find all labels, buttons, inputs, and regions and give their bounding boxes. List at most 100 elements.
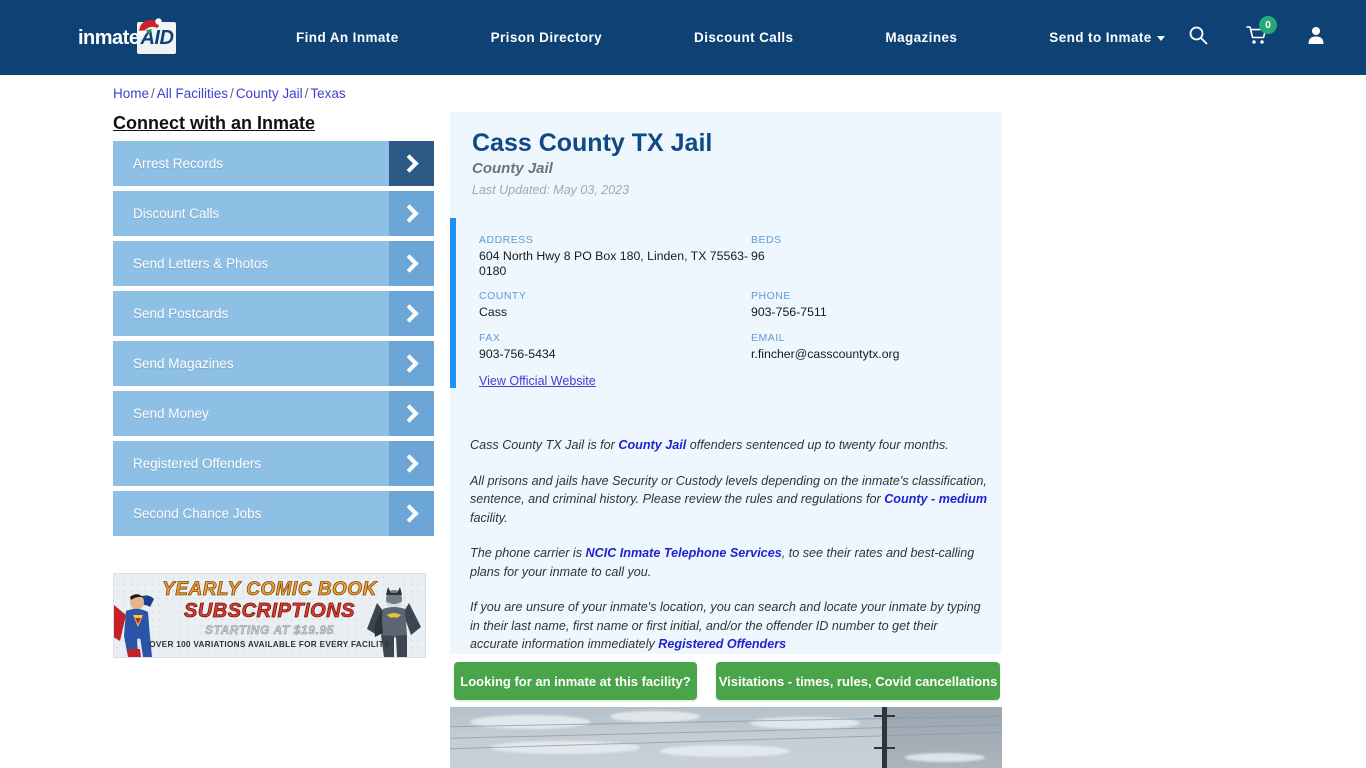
sidebar-item-label: Second Chance Jobs — [133, 506, 262, 521]
comic-book-subscription-ad[interactable]: YEARLY COMIC BOOK SUBSCRIPTIONS STARTING… — [113, 573, 426, 658]
desc-p3-link[interactable]: NCIC Inmate Telephone Services — [586, 546, 782, 560]
cart-count-badge: 0 — [1259, 16, 1277, 34]
description-paragraph-2: All prisons and jails have Security or C… — [470, 472, 988, 528]
looking-for-inmate-button[interactable]: Looking for an inmate at this facility? — [454, 662, 697, 700]
sidebar-item-registered-offenders[interactable]: Registered Offenders — [113, 441, 434, 486]
detail-email: EMAIL r.fincher@casscountytx.org — [751, 332, 984, 362]
sidebar-item-send-letters-photos[interactable]: Send Letters & Photos — [113, 241, 434, 286]
desc-p1-text-a: Cass County TX Jail is for — [470, 438, 619, 452]
chevron-right-icon — [389, 341, 434, 386]
detail-label: BEDS — [751, 234, 782, 246]
user-icon[interactable] — [1306, 25, 1326, 50]
facility-description: Cass County TX Jail is for County Jail o… — [470, 436, 988, 671]
ad-subtext-line: OVER 100 VARIATIONS AVAILABLE FOR EVERY … — [149, 640, 390, 649]
nav-link-find-an-inmate[interactable]: Find An Inmate — [250, 30, 445, 45]
breadcrumb-item-all-facilities[interactable]: All Facilities — [157, 86, 228, 101]
sidebar-title[interactable]: Connect with an Inmate — [113, 113, 315, 134]
nav-link-send-to-inmate[interactable]: Send to Inmate — [1003, 30, 1210, 45]
detail-address: ADDRESS 604 North Hwy 8 PO Box 180, Lind… — [479, 234, 751, 278]
sidebar-menu: Arrest Records Discount Calls Send Lette… — [113, 141, 434, 541]
sidebar-item-discount-calls[interactable]: Discount Calls — [113, 191, 434, 236]
santa-hat-icon — [138, 18, 162, 35]
sidebar-item-send-money[interactable]: Send Money — [113, 391, 434, 436]
detail-label: PHONE — [751, 290, 791, 302]
card-accent-bar — [450, 218, 456, 388]
sidebar-item-label: Send Money — [133, 406, 209, 421]
nav-link-magazines[interactable]: Magazines — [839, 30, 1003, 45]
chevron-right-icon — [389, 191, 434, 236]
last-updated-text: Last Updated: May 03, 2023 — [472, 183, 630, 197]
facility-type: County Jail — [472, 160, 553, 177]
view-official-website-link[interactable]: View Official Website — [479, 374, 596, 388]
search-icon[interactable] — [1188, 25, 1208, 50]
ad-price-line: STARTING AT $19.95 — [204, 623, 335, 638]
description-paragraph-1: Cass County TX Jail is for County Jail o… — [470, 436, 988, 455]
cloud-shape — [660, 745, 790, 757]
detail-label: COUNTY — [479, 290, 527, 302]
sidebar-item-label: Registered Offenders — [133, 456, 262, 471]
breadcrumb-item-texas[interactable]: Texas — [310, 86, 345, 101]
detail-value: Cass — [479, 305, 508, 319]
top-navigation-bar: inmateAID Find An Inmate Prison Director… — [0, 0, 1366, 75]
facility-details-grid: ADDRESS 604 North Hwy 8 PO Box 180, Lind… — [479, 234, 984, 361]
ad-headline-line1: YEARLY COMIC BOOK — [162, 579, 377, 601]
desc-p1-link[interactable]: County Jail — [618, 438, 686, 452]
detail-value: 903-756-7511 — [751, 305, 827, 319]
desc-p2-link[interactable]: County - medium — [884, 492, 987, 506]
sidebar-item-label: Send Letters & Photos — [133, 256, 269, 271]
detail-label: ADDRESS — [479, 234, 534, 246]
breadcrumb-separator-1: / — [151, 86, 155, 101]
desc-p1-text-b: offenders sentenced up to twenty four mo… — [686, 438, 949, 452]
desc-p4-link[interactable]: Registered Offenders — [658, 637, 786, 651]
cart-icon[interactable]: 0 — [1246, 16, 1277, 50]
detail-label: EMAIL — [751, 331, 786, 344]
chevron-right-icon — [389, 441, 434, 486]
nav-icon-group: 0 — [1188, 0, 1326, 75]
detail-county: COUNTY Cass — [479, 290, 751, 320]
breadcrumb-separator-2: / — [230, 86, 234, 101]
page-title: Cass County TX Jail — [472, 129, 713, 157]
nav-link-send-to-inmate-label: Send to Inmate — [1049, 30, 1152, 45]
nav-link-prison-directory[interactable]: Prison Directory — [445, 30, 648, 45]
sidebar-item-arrest-records[interactable]: Arrest Records — [113, 141, 434, 186]
breadcrumb-item-county-jail[interactable]: County Jail — [236, 86, 303, 101]
cloud-shape — [905, 753, 985, 762]
cloud-shape — [610, 711, 700, 722]
chevron-down-icon — [1156, 35, 1165, 41]
description-paragraph-4: If you are unsure of your inmate's locat… — [470, 598, 988, 654]
facility-photo — [450, 707, 1002, 768]
utility-pole-crossarm — [874, 747, 895, 749]
sidebar-item-send-postcards[interactable]: Send Postcards — [113, 291, 434, 336]
description-paragraph-3: The phone carrier is NCIC Inmate Telepho… — [470, 544, 988, 581]
detail-value: 903-756-5434 — [479, 346, 556, 361]
sidebar-item-send-magazines[interactable]: Send Magazines — [113, 341, 434, 386]
detail-value: r.fincher@casscountytx.org — [751, 346, 900, 361]
nav-link-discount-calls[interactable]: Discount Calls — [648, 30, 839, 45]
chevron-right-icon — [389, 141, 434, 186]
breadcrumb: Home / All Facilities / County Jail / Texas — [113, 86, 346, 101]
visitations-button[interactable]: Visitations - times, rules, Covid cancel… — [716, 662, 1000, 700]
logo-text-inmate: inmate — [78, 27, 140, 49]
detail-phone: PHONE 903-756-7511 — [751, 290, 984, 320]
ad-headline-line2: SUBSCRIPTIONS — [184, 600, 355, 623]
detail-value: 604 North Hwy 8 PO Box 180, Linden, TX 7… — [479, 249, 749, 278]
primary-nav-links: Find An Inmate Prison Directory Discount… — [250, 0, 1211, 75]
site-logo[interactable]: inmateAID — [78, 18, 188, 54]
detail-label: FAX — [479, 331, 501, 344]
desc-p3-text-a: The phone carrier is — [470, 546, 586, 560]
detail-value: 96 — [751, 249, 765, 263]
breadcrumb-separator-3: / — [304, 86, 309, 101]
cloud-shape — [470, 715, 590, 729]
chevron-right-icon — [389, 391, 434, 436]
chevron-right-icon — [389, 241, 434, 286]
detail-fax: FAX 903-756-5434 — [479, 332, 751, 362]
sidebar-item-label: Discount Calls — [133, 206, 220, 221]
desc-p2-text-b: facility. — [470, 510, 508, 525]
detail-beds: BEDS 96 — [751, 234, 984, 278]
sidebar-item-label: Send Magazines — [133, 356, 234, 371]
sidebar-item-second-chance-jobs[interactable]: Second Chance Jobs — [113, 491, 434, 536]
sidebar-item-label: Arrest Records — [133, 156, 224, 171]
chevron-right-icon — [389, 291, 434, 336]
sidebar-item-label: Send Postcards — [133, 306, 229, 321]
breadcrumb-item-home[interactable]: Home — [113, 86, 149, 101]
